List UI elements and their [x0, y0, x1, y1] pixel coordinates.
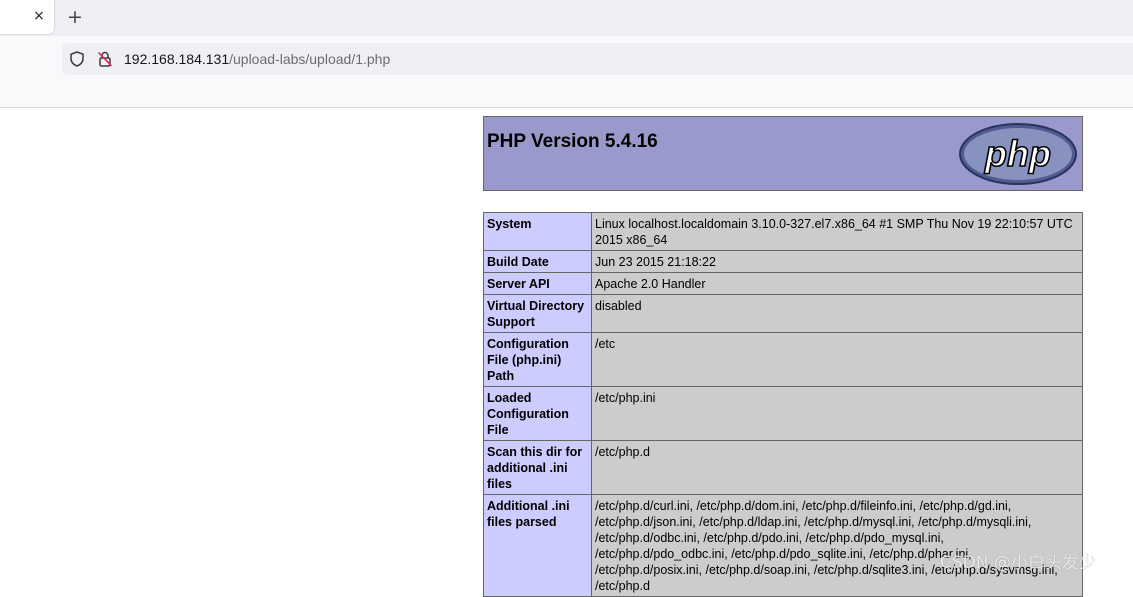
table-row: Scan this dir for additional .ini files … [483, 440, 1083, 495]
table-row: System Linux localhost.localdomain 3.10.… [483, 212, 1083, 251]
toolbar-spacer [0, 82, 1133, 108]
row-value: Linux localhost.localdomain 3.10.0-327.e… [591, 212, 1083, 251]
table-row: Configuration File (php.ini) Path /etc [483, 332, 1083, 387]
php-logo[interactable]: php [958, 122, 1078, 186]
row-key: Virtual Directory Support [483, 294, 592, 333]
row-value: Jun 23 2015 21:18:22 [591, 250, 1083, 273]
table-row: Virtual Directory Support disabled [483, 294, 1083, 333]
php-info-table: System Linux localhost.localdomain 3.10.… [483, 212, 1083, 597]
row-key: Scan this dir for additional .ini files [483, 440, 592, 495]
url-text[interactable]: 192.168.184.131/upload-labs/upload/1.php [124, 49, 390, 69]
row-value: /etc [591, 332, 1083, 387]
close-tab-icon[interactable]: × [32, 7, 46, 25]
table-row: Additional .ini files parsed /etc/php.d/… [483, 494, 1083, 597]
row-key: Build Date [483, 250, 592, 273]
php-version-header: PHP Version 5.4.16 php [483, 116, 1083, 191]
row-value: /etc/php.d [591, 440, 1083, 495]
url-path: /upload-labs/upload/1.php [229, 51, 391, 67]
page-title: PHP Version 5.4.16 [487, 131, 658, 152]
row-key: Additional .ini files parsed [483, 494, 592, 597]
row-key: System [483, 212, 592, 251]
table-row: Build Date Jun 23 2015 21:18:22 [483, 250, 1083, 273]
row-key: Configuration File (php.ini) Path [483, 332, 592, 387]
shield-icon[interactable] [68, 50, 86, 68]
row-key: Server API [483, 272, 592, 295]
row-value: /etc/php.ini [591, 386, 1083, 441]
php-logo-text: php [984, 133, 1051, 174]
new-tab-button[interactable]: + [66, 6, 84, 28]
row-key: Loaded Configuration File [483, 386, 592, 441]
browser-tab[interactable]: × [0, 0, 54, 34]
row-value: /etc/php.d/curl.ini, /etc/php.d/dom.ini,… [591, 494, 1083, 597]
table-row: Server API Apache 2.0 Handler [483, 272, 1083, 295]
tab-strip [0, 0, 1133, 36]
url-host: 192.168.184.131 [124, 51, 230, 67]
row-value: Apache 2.0 Handler [591, 272, 1083, 295]
table-row: Loaded Configuration File /etc/php.ini [483, 386, 1083, 441]
row-value: disabled [591, 294, 1083, 333]
insecure-lock-icon[interactable] [96, 50, 114, 68]
watermark-text: CSDN @小白头发少 [940, 553, 1096, 573]
